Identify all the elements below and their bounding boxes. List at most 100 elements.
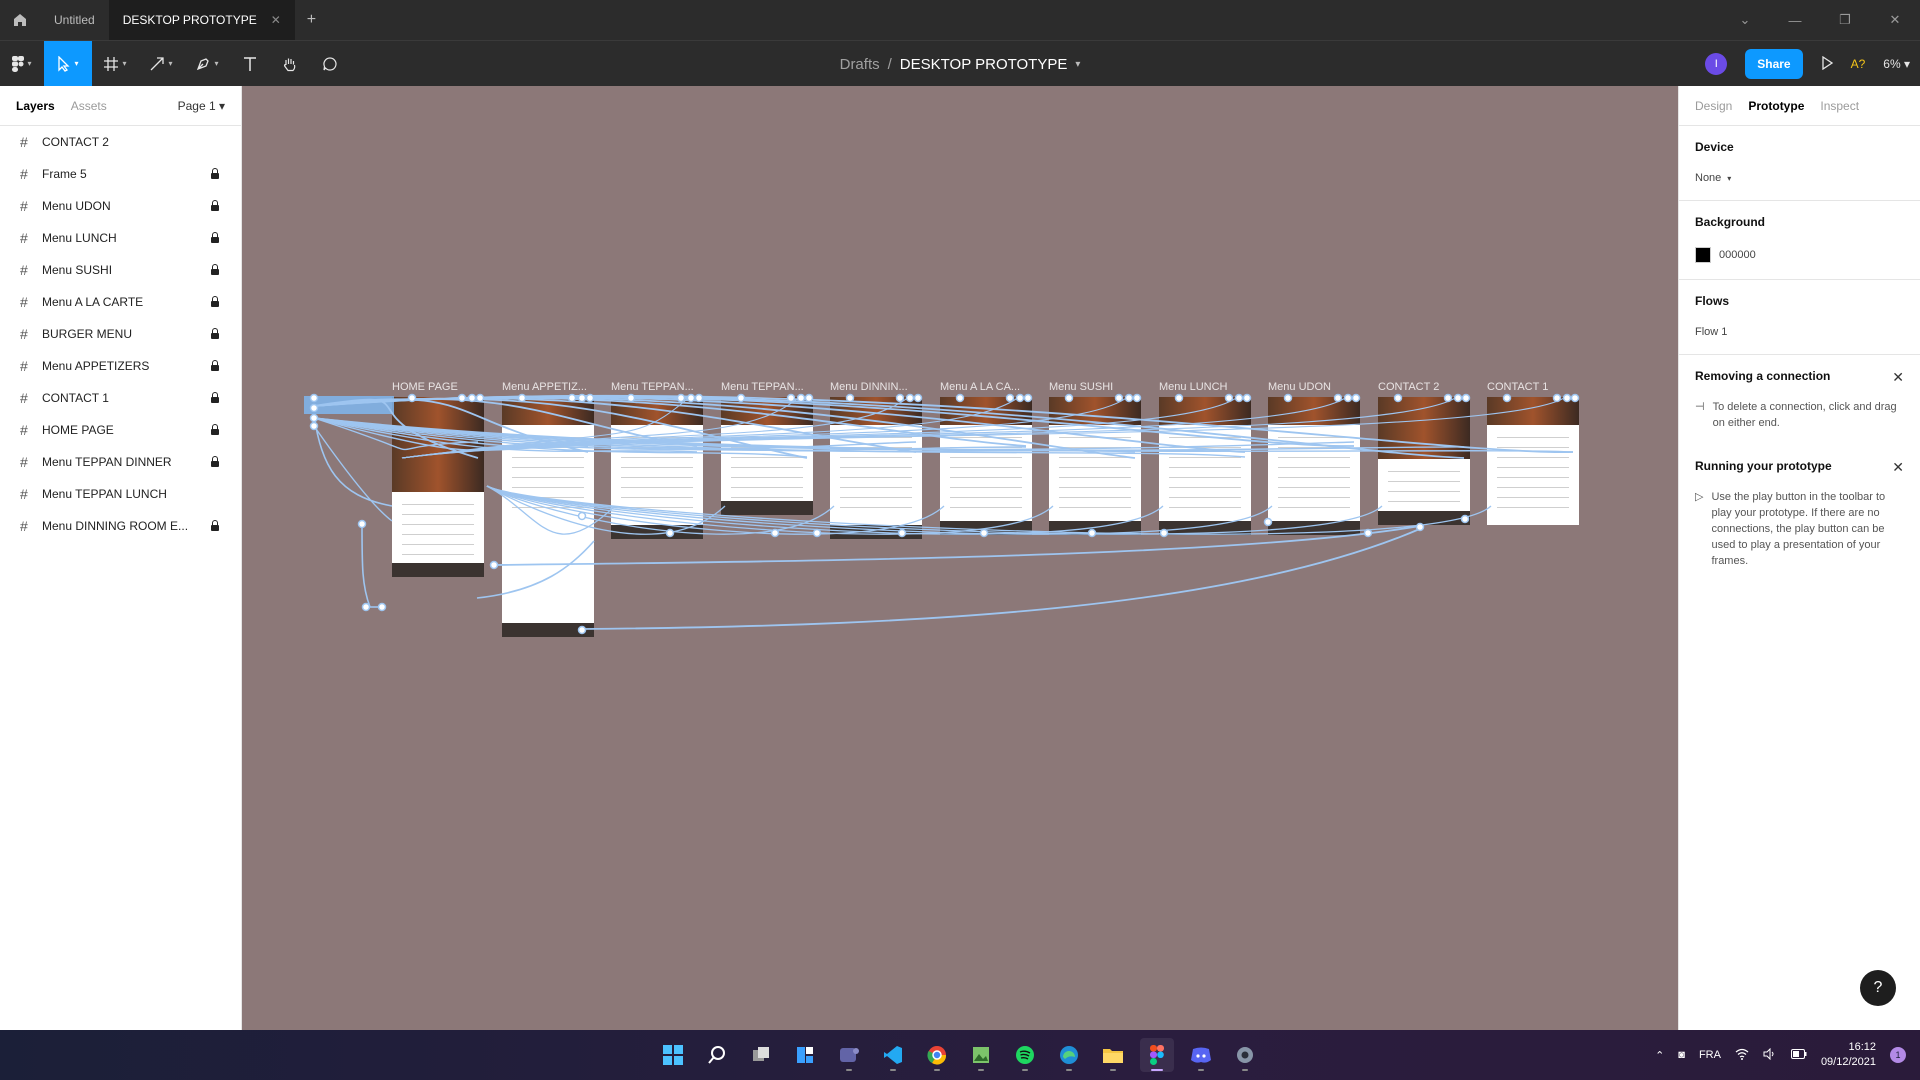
- frame-tool-button[interactable]: ▾: [92, 41, 138, 87]
- notification-badge[interactable]: 1: [1890, 1047, 1906, 1063]
- layer-item[interactable]: # Menu TEPPAN LUNCH: [0, 478, 241, 510]
- settings-icon[interactable]: [1228, 1038, 1262, 1072]
- close-tab-icon[interactable]: ✕: [271, 13, 281, 27]
- lock-icon[interactable]: [209, 328, 221, 340]
- tab-inspect[interactable]: Inspect: [1820, 99, 1859, 113]
- tab-desktop-prototype[interactable]: DESKTOP PROTOTYPE ✕: [108, 0, 295, 40]
- background-color-swatch[interactable]: [1695, 247, 1711, 263]
- wifi-icon[interactable]: [1735, 1048, 1749, 1063]
- flow-item[interactable]: Flow 1: [1695, 326, 1904, 338]
- layer-name: HOME PAGE: [42, 423, 114, 437]
- battery-icon[interactable]: [1790, 1048, 1807, 1062]
- close-icon[interactable]: ✕: [1892, 369, 1904, 386]
- lock-icon[interactable]: [209, 392, 221, 404]
- canvas[interactable]: HOME PAGE Menu APPETIZ... Menu TEPPAN... Me…: [242, 86, 1678, 1030]
- avatar[interactable]: I: [1705, 53, 1728, 75]
- prototype-connections[interactable]: [242, 86, 1678, 1030]
- figma-icon[interactable]: [1140, 1038, 1174, 1072]
- tab-untitled[interactable]: Untitled: [40, 0, 109, 40]
- background-hex-input[interactable]: 000000: [1719, 249, 1756, 261]
- help-button[interactable]: ?: [1860, 970, 1896, 1006]
- clock[interactable]: 16:12 09/12/2021: [1821, 1040, 1876, 1070]
- lock-icon[interactable]: [209, 232, 221, 244]
- close-icon[interactable]: ✕: [1892, 459, 1904, 476]
- tab-design[interactable]: Design: [1695, 99, 1732, 113]
- home-icon[interactable]: [0, 0, 40, 40]
- spotify-icon[interactable]: [1008, 1038, 1042, 1072]
- connection-handle: [1159, 528, 1169, 538]
- layer-item[interactable]: # Menu A LA CARTE: [0, 286, 241, 318]
- layer-item[interactable]: # Frame 5: [0, 158, 241, 190]
- layer-item[interactable]: # Menu SUSHI: [0, 254, 241, 286]
- comment-tool-button[interactable]: [310, 41, 350, 87]
- text-tool-button[interactable]: [230, 41, 270, 87]
- chevron-up-icon[interactable]: ⌃: [1655, 1049, 1664, 1062]
- vscode-icon[interactable]: [876, 1038, 910, 1072]
- windows-start-icon[interactable]: [656, 1038, 690, 1072]
- present-play-icon[interactable]: [1821, 55, 1833, 73]
- layer-item[interactable]: # CONTACT 2: [0, 126, 241, 158]
- lock-icon[interactable]: [209, 200, 221, 212]
- connection-handle: [489, 560, 499, 570]
- connection-handle: [1087, 528, 1097, 538]
- new-tab-button[interactable]: +: [295, 11, 328, 29]
- accessibility-check-button[interactable]: A?: [1851, 57, 1866, 71]
- lock-icon[interactable]: [209, 360, 221, 372]
- chrome-icon[interactable]: [920, 1038, 954, 1072]
- connection-handle: [1015, 393, 1025, 403]
- lock-icon[interactable]: [209, 456, 221, 468]
- share-button[interactable]: Share: [1745, 49, 1803, 79]
- tab-prototype[interactable]: Prototype: [1748, 99, 1804, 113]
- layer-item[interactable]: # Menu APPETIZERS: [0, 350, 241, 382]
- connection-handle: [694, 393, 704, 403]
- connection-handle: [1234, 393, 1244, 403]
- taskbar-apps: [656, 1030, 1262, 1080]
- discord-tray-icon[interactable]: ◙: [1678, 1049, 1685, 1061]
- search-icon[interactable]: [700, 1038, 734, 1072]
- lock-icon[interactable]: [209, 168, 221, 180]
- language-indicator[interactable]: FRA: [1699, 1049, 1721, 1061]
- layer-item[interactable]: # HOME PAGE: [0, 414, 241, 446]
- device-dropdown[interactable]: None ▾: [1695, 172, 1904, 184]
- file-explorer-icon[interactable]: [1096, 1038, 1130, 1072]
- teams-icon[interactable]: [832, 1038, 866, 1072]
- layer-name: Menu TEPPAN DINNER: [42, 455, 172, 469]
- volume-icon[interactable]: [1763, 1047, 1777, 1063]
- move-tool-button[interactable]: ▾: [44, 40, 92, 87]
- page-selector[interactable]: Page 1 ▾: [178, 99, 225, 113]
- restore-button[interactable]: ❐: [1820, 12, 1870, 28]
- minimize-button[interactable]: —: [1770, 13, 1820, 28]
- lock-icon[interactable]: [209, 520, 221, 532]
- lock-icon[interactable]: [209, 424, 221, 436]
- lock-icon[interactable]: [209, 264, 221, 276]
- shape-tool-button[interactable]: ▾: [138, 41, 184, 87]
- layer-item[interactable]: # BURGER MENU: [0, 318, 241, 350]
- layer-item[interactable]: # Menu TEPPAN DINNER: [0, 446, 241, 478]
- discord-icon[interactable]: [1184, 1038, 1218, 1072]
- connection-handle: [457, 393, 467, 403]
- tab-assets[interactable]: Assets: [71, 99, 107, 113]
- layer-item[interactable]: # Menu LUNCH: [0, 222, 241, 254]
- layer-item[interactable]: # Menu UDON: [0, 190, 241, 222]
- widgets-icon[interactable]: [788, 1038, 822, 1072]
- file-name[interactable]: DESKTOP PROTOTYPE: [900, 56, 1068, 73]
- hand-tool-button[interactable]: [270, 41, 310, 87]
- task-view-icon[interactable]: [744, 1038, 778, 1072]
- lock-icon[interactable]: [209, 296, 221, 308]
- frame-hash-icon: #: [20, 390, 28, 406]
- main-menu-button[interactable]: ▾: [0, 41, 44, 87]
- edge-icon[interactable]: [1052, 1038, 1086, 1072]
- connection-handle: [585, 393, 595, 403]
- connection-handle: [1343, 393, 1353, 403]
- breadcrumb-drafts-link[interactable]: Drafts: [840, 56, 880, 73]
- chevron-down-icon[interactable]: ▾: [1075, 59, 1080, 70]
- image-editor-icon[interactable]: [964, 1038, 998, 1072]
- layer-item[interactable]: # Menu DINNING ROOM E...: [0, 510, 241, 542]
- device-section: Device None ▾: [1679, 126, 1920, 201]
- close-window-button[interactable]: ✕: [1870, 12, 1920, 28]
- pen-tool-button[interactable]: ▾: [184, 41, 230, 87]
- tab-layers[interactable]: Layers: [16, 99, 55, 113]
- layer-item[interactable]: # CONTACT 1: [0, 382, 241, 414]
- zoom-dropdown[interactable]: 6% ▾: [1883, 57, 1910, 71]
- chevron-down-icon[interactable]: ⌄: [1720, 12, 1770, 28]
